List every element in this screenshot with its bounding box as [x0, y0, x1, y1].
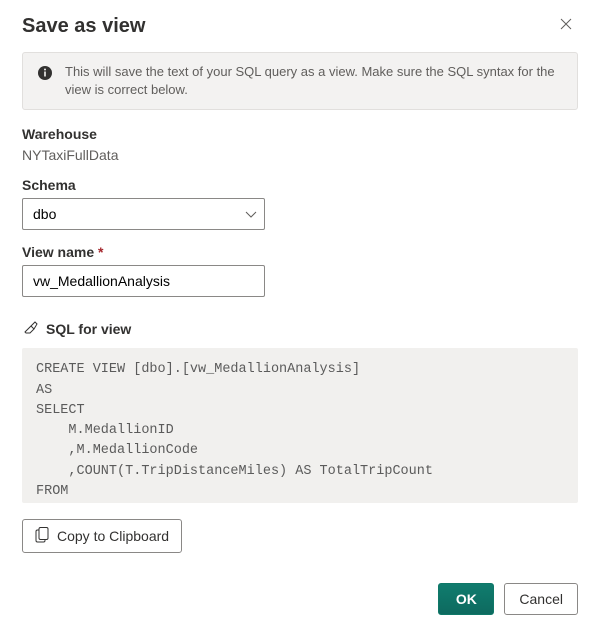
required-indicator: * — [98, 244, 103, 260]
dialog-header: Save as view — [22, 14, 578, 38]
schema-label: Schema — [22, 177, 578, 193]
dialog-title: Save as view — [22, 15, 145, 38]
eraser-icon — [22, 319, 38, 338]
schema-field: Schema dbo — [22, 177, 578, 230]
view-name-label-text: View name — [22, 244, 94, 260]
info-banner: This will save the text of your SQL quer… — [22, 52, 578, 110]
sql-code-box[interactable]: CREATE VIEW [dbo].[vw_MedallionAnalysis]… — [22, 348, 578, 503]
warehouse-field: Warehouse NYTaxiFullData — [22, 126, 578, 163]
copy-icon — [35, 527, 49, 546]
copy-clipboard-button[interactable]: Copy to Clipboard — [22, 519, 182, 553]
schema-select[interactable]: dbo — [22, 198, 265, 230]
info-icon — [37, 65, 53, 84]
sql-label: SQL for view — [46, 321, 131, 337]
view-name-label: View name * — [22, 244, 578, 260]
warehouse-value: NYTaxiFullData — [22, 147, 578, 163]
close-button[interactable] — [554, 14, 578, 38]
info-message: This will save the text of your SQL quer… — [65, 63, 563, 99]
copy-label: Copy to Clipboard — [57, 528, 169, 544]
view-name-input[interactable] — [22, 265, 265, 297]
ok-button[interactable]: OK — [438, 583, 494, 615]
warehouse-label: Warehouse — [22, 126, 578, 142]
close-icon — [560, 17, 572, 35]
cancel-button[interactable]: Cancel — [504, 583, 578, 615]
view-name-field: View name * — [22, 244, 578, 297]
schema-select-wrap: dbo — [22, 198, 265, 230]
sql-section-header: SQL for view — [22, 319, 578, 338]
dialog-actions: OK Cancel — [22, 583, 578, 615]
footer-row-1: Copy to Clipboard — [22, 519, 578, 553]
